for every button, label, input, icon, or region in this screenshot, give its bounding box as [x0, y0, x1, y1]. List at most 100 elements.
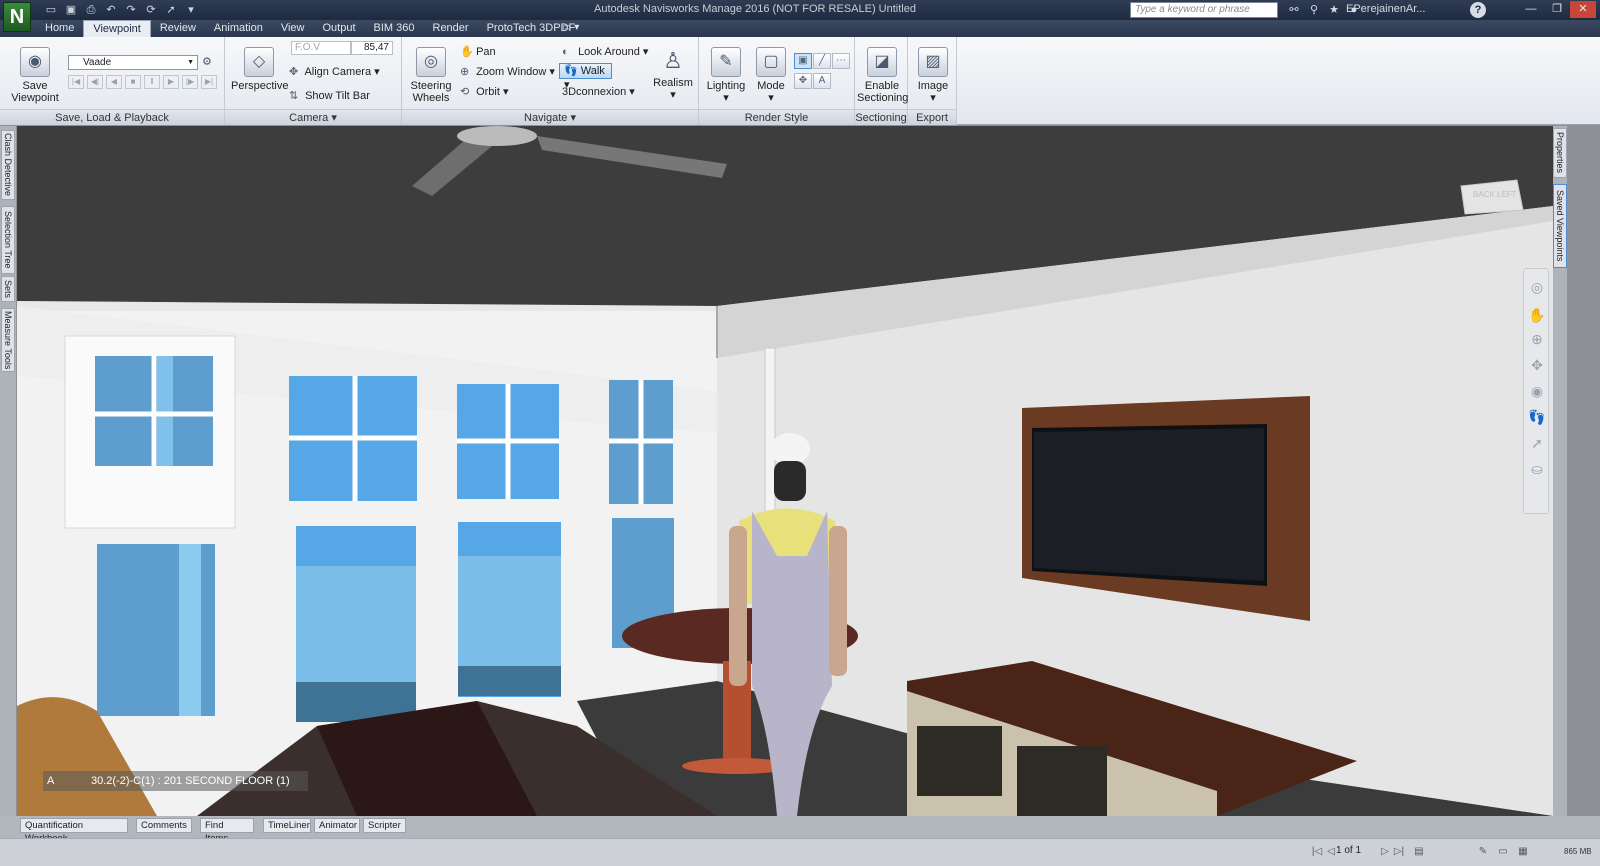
tab-quantification-workbook[interactable]: Quantification Workbook: [20, 818, 128, 844]
next-sheet-icon[interactable]: ▷: [1378, 845, 1392, 859]
close-icon[interactable]: ✕: [1570, 1, 1596, 18]
tab-scripter[interactable]: Scripter: [363, 818, 406, 833]
panel-label-navigate[interactable]: Navigate ▾: [402, 109, 698, 125]
refresh-icon[interactable]: ⟳: [142, 2, 160, 18]
3dconnexion-button[interactable]: 3Dconnexion ▾: [562, 85, 635, 98]
restore-icon[interactable]: ❐: [1544, 1, 1570, 18]
qat-dropdown-icon[interactable]: ▾: [182, 2, 200, 18]
flashlight-icon: ✎: [711, 47, 741, 77]
last-frame-icon[interactable]: ▶|: [201, 75, 217, 89]
tab-animator[interactable]: Animator: [314, 818, 360, 833]
minimize-icon[interactable]: —: [1518, 1, 1544, 18]
select-icon[interactable]: ➚: [162, 2, 180, 18]
pan-nav-icon[interactable]: ✋: [1527, 305, 1547, 325]
ribbon-options-icon[interactable]: ▭ ▾: [562, 22, 579, 33]
redo-icon[interactable]: ↷: [122, 2, 140, 18]
sheet-browser-icon[interactable]: ▤: [1412, 845, 1426, 859]
snap-points-icon[interactable]: ✥: [794, 73, 812, 89]
fov-input[interactable]: 85,47: [351, 41, 393, 55]
first-frame-icon[interactable]: |◀: [68, 75, 84, 89]
viewcube[interactable]: BACK LEFT: [1453, 178, 1529, 218]
dock-tab-clash-detective[interactable]: Clash Detective: [1, 130, 15, 200]
last-sheet-icon[interactable]: ▷|: [1392, 845, 1406, 859]
play-reverse-icon[interactable]: ◀: [106, 75, 122, 89]
step-back-icon[interactable]: ◀|: [87, 75, 103, 89]
align-camera-button[interactable]: ✥ Align Camera ▾: [289, 65, 380, 78]
camera-icon: ◉: [20, 47, 50, 77]
3d-viewport[interactable]: BACK LEFT ◎ ✋ ⊕ ✥ ◉ 👣 ➚ ⛀ A 30.2(-2)-C(1)…: [17, 126, 1553, 816]
open-icon[interactable]: ▭: [42, 2, 60, 18]
viewpoint-select[interactable]: Vaade: [68, 55, 198, 70]
pause-icon[interactable]: ‖: [144, 75, 160, 89]
steering-wheels-button[interactable]: ◎ Steering Wheels: [406, 47, 456, 104]
tab-view[interactable]: View: [272, 20, 314, 37]
viewcube-back-face[interactable]: BACK: [1473, 190, 1495, 199]
subscription-icon[interactable]: ⚲: [1306, 2, 1322, 18]
pan-button[interactable]: ✋ Pan: [460, 45, 496, 58]
bottom-dock-tabs: Quantification Workbook Comments Find It…: [0, 816, 1600, 844]
look-nav-icon[interactable]: ◉: [1527, 381, 1547, 401]
select-nav-icon[interactable]: ➚: [1527, 433, 1547, 453]
tab-find-items[interactable]: Find Items: [200, 818, 254, 844]
binoculars-icon[interactable]: ⚯: [1286, 2, 1302, 18]
sheet-pager: 1 of 1: [1336, 845, 1362, 856]
look-around-button[interactable]: ◐ Look Around ▾: [562, 45, 648, 58]
tab-output[interactable]: Output: [314, 20, 365, 37]
first-sheet-icon[interactable]: |◁: [1310, 845, 1324, 859]
save-viewpoint-button[interactable]: ◉ Save Viewpoint: [8, 47, 62, 104]
orbit-nav-icon[interactable]: ✥: [1527, 355, 1547, 375]
tab-bim360[interactable]: BIM 360: [365, 20, 424, 37]
tab-timeliner[interactable]: TimeLiner: [263, 818, 311, 833]
undo-icon[interactable]: ↶: [102, 2, 120, 18]
tilt-bar-icon: ⇅: [289, 90, 299, 102]
dock-tab-saved-viewpoints[interactable]: Saved Viewpoints: [1553, 184, 1567, 268]
cube-icon: ▢: [756, 47, 786, 77]
mode-button[interactable]: ▢ Mode ▾: [751, 47, 791, 104]
dock-tab-measure-tools[interactable]: Measure Tools: [1, 308, 15, 372]
tab-viewpoint[interactable]: Viewpoint: [83, 20, 151, 37]
tab-comments[interactable]: Comments: [136, 818, 192, 833]
navigation-bar: ◎ ✋ ⊕ ✥ ◉ 👣 ➚ ⛀: [1523, 268, 1549, 514]
viewpoint-settings-icon[interactable]: ⚙: [202, 55, 212, 68]
dock-tab-properties[interactable]: Properties: [1553, 128, 1567, 178]
enable-sectioning-button[interactable]: ◪ Enable Sectioning: [857, 47, 908, 104]
text-icon[interactable]: A: [813, 73, 831, 89]
step-forward-icon[interactable]: |▶: [182, 75, 198, 89]
person-figure-icon: ♙: [663, 48, 683, 73]
focus-nav-icon[interactable]: ⛀: [1527, 459, 1547, 479]
user-name[interactable]: EPerejainenAr...: [1346, 3, 1426, 15]
help-search-input[interactable]: Type a keyword or phrase: [1130, 2, 1278, 18]
walk-nav-icon[interactable]: 👣: [1527, 407, 1547, 427]
tab-animation[interactable]: Animation: [205, 20, 272, 37]
show-tilt-bar-button[interactable]: ⇅ Show Tilt Bar: [289, 89, 370, 102]
tab-review[interactable]: Review: [151, 20, 205, 37]
viewcube-left-face[interactable]: LEFT: [1497, 190, 1517, 199]
zoom-nav-icon[interactable]: ⊕: [1527, 329, 1547, 349]
save-icon[interactable]: ▣: [62, 2, 80, 18]
tab-render[interactable]: Render: [424, 20, 478, 37]
app-menu-button[interactable]: N: [3, 2, 31, 32]
zoom-icon: ⊕: [460, 66, 470, 78]
stop-icon[interactable]: ■: [125, 75, 141, 89]
window-title: Autodesk Navisworks Manage 2016 (NOT FOR…: [594, 3, 916, 15]
panel-label-camera[interactable]: Camera ▾: [225, 109, 401, 125]
lines-icon[interactable]: ╱: [813, 53, 831, 69]
perspective-button[interactable]: ◇ Perspective: [231, 47, 288, 92]
dock-tab-selection-tree[interactable]: Selection Tree: [1, 206, 15, 274]
favorites-star-icon[interactable]: ★: [1326, 2, 1342, 18]
image-export-button[interactable]: ▨ Image ▾: [912, 47, 954, 104]
zoom-window-button[interactable]: ⊕ Zoom Window ▾: [460, 65, 555, 78]
dock-tab-sets[interactable]: Sets: [1, 276, 15, 302]
surfaces-icon[interactable]: ▣: [794, 53, 812, 69]
help-icon[interactable]: ?: [1470, 2, 1486, 18]
realism-button[interactable]: ♙ Realism ▾: [650, 45, 696, 101]
status-bar: |◁ ◁ 1 of 1 ▷ ▷| ▤ ✎ ▭ ▦ 865 MB: [0, 838, 1600, 866]
points-icon[interactable]: ⋯: [832, 53, 850, 69]
play-icon[interactable]: ▶: [163, 75, 179, 89]
steering-wheel-nav-icon[interactable]: ◎: [1527, 277, 1547, 297]
tab-home[interactable]: Home: [36, 20, 83, 37]
orbit-button[interactable]: ⟲ Orbit ▾: [460, 85, 508, 98]
lighting-button[interactable]: ✎ Lighting ▾: [705, 47, 747, 104]
print-icon[interactable]: ⎙: [82, 2, 100, 18]
walk-button[interactable]: 👣 Walk ▾: [559, 63, 612, 91]
